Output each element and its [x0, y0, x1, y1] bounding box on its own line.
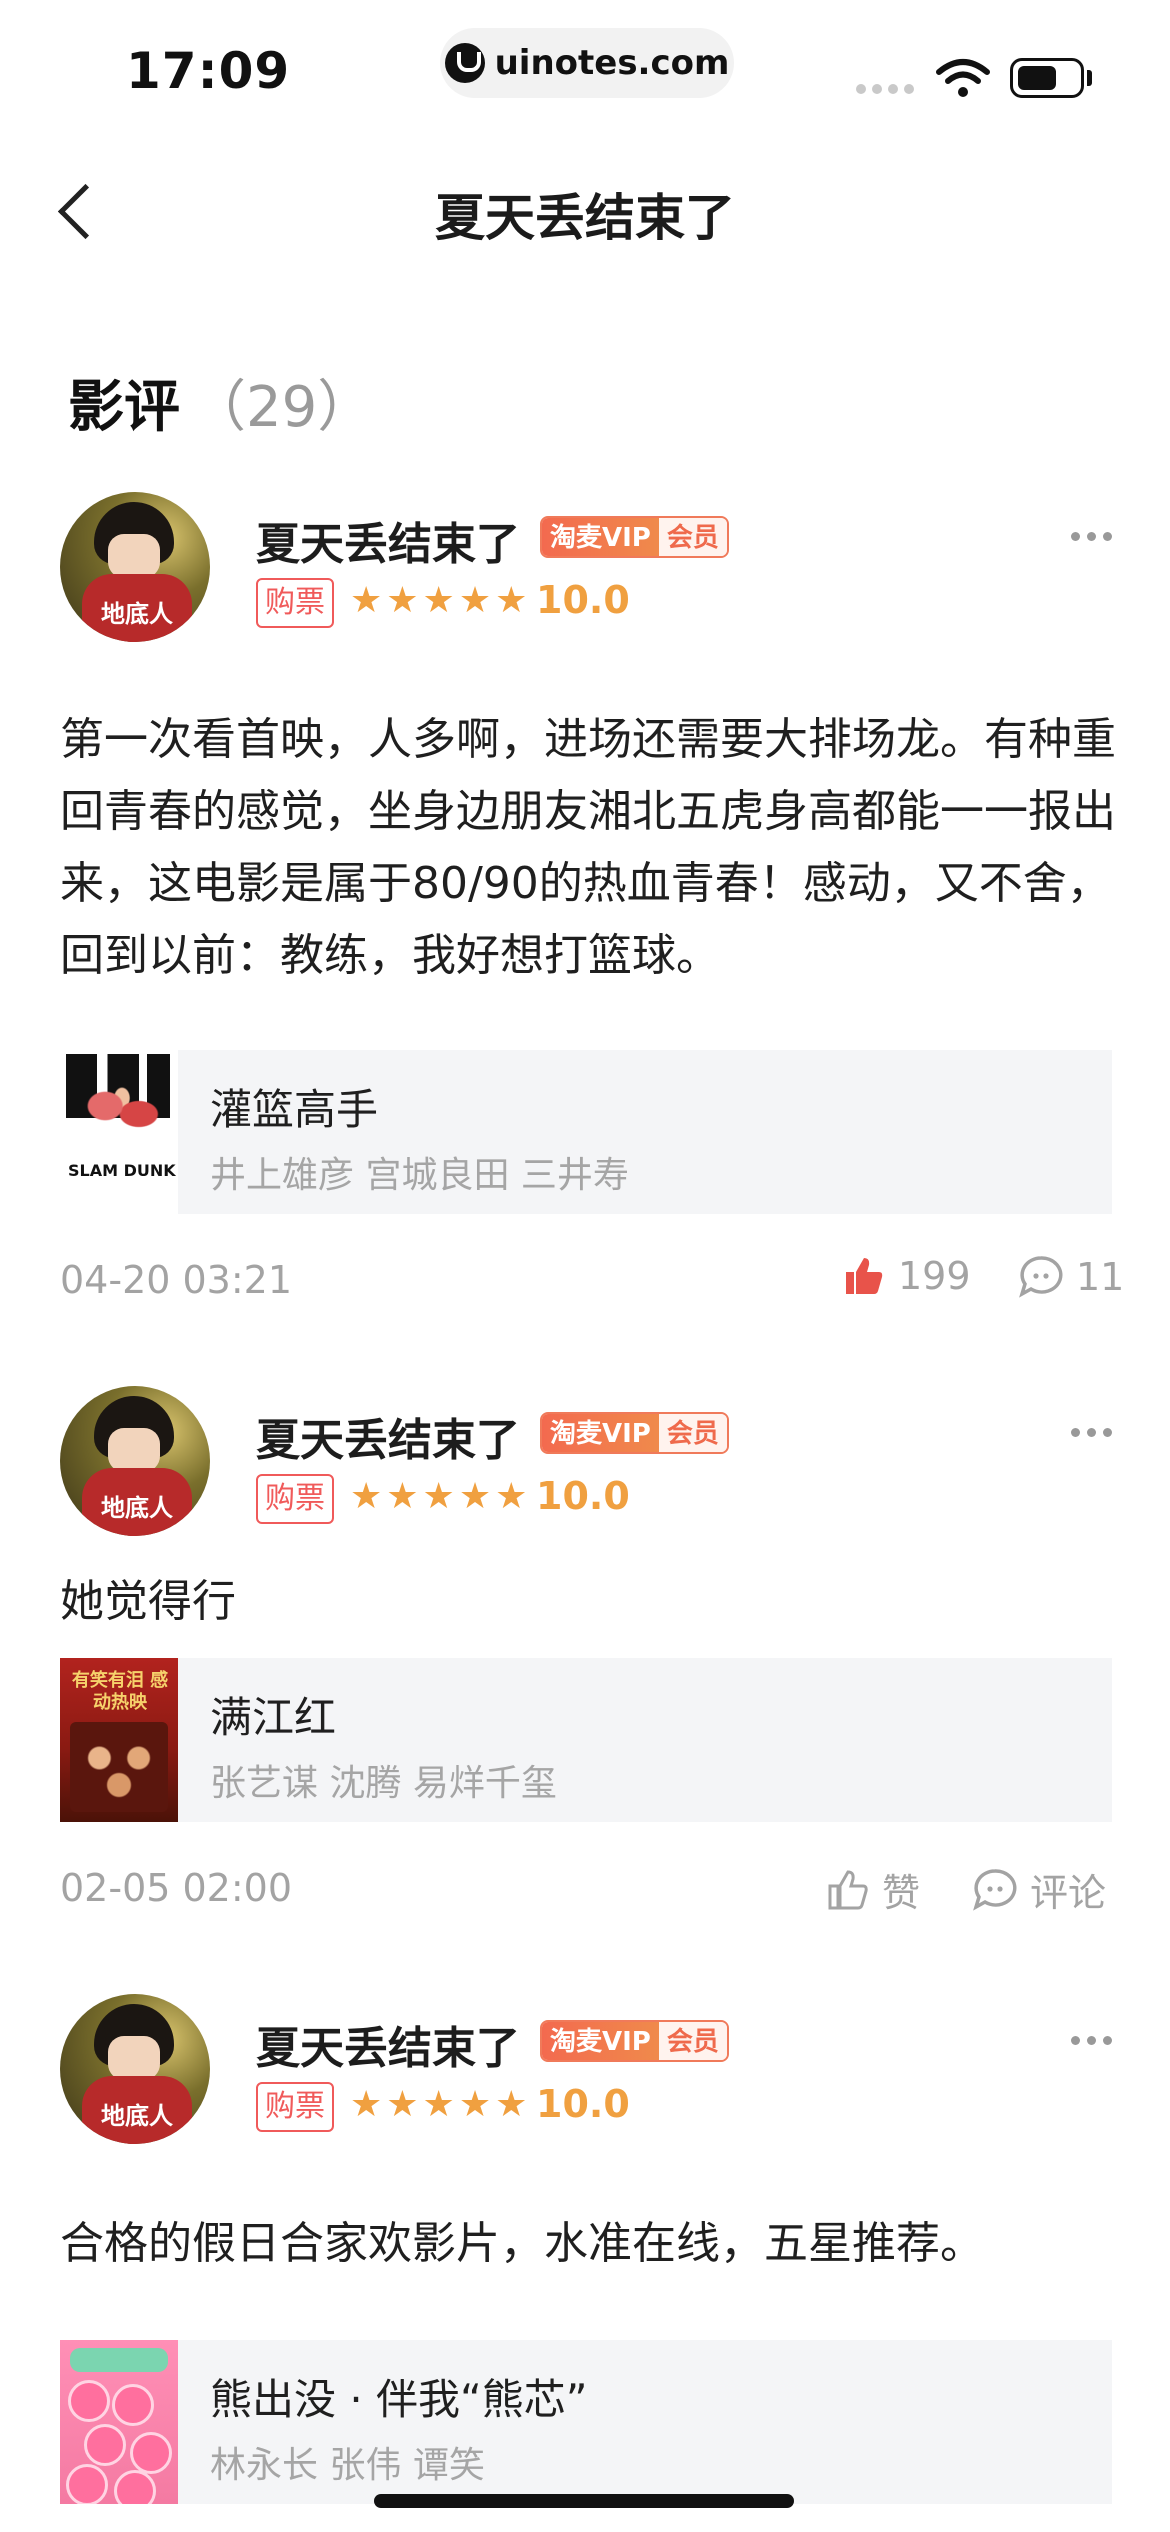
review-text[interactable]: 第一次看首映，人多啊，进场还需要大排场龙。有种重回青春的感觉，坐身边朋友湘北五虎… [60, 704, 1120, 992]
like-button[interactable]: 199 [842, 1254, 971, 1298]
review-text[interactable]: 她觉得行 [60, 1566, 1120, 1638]
ticket-tag: 购票 [256, 2082, 334, 2132]
ticket-tag: 购票 [256, 578, 334, 628]
username[interactable]: 夏天丢结束了 [256, 2012, 520, 2076]
nav-bar: 夏天丢结束了 [0, 150, 1170, 270]
more-dots-icon[interactable] [1064, 2020, 1118, 2060]
rating-stars: ★★★★★ [350, 580, 532, 621]
battery-icon [1010, 58, 1084, 98]
avatar[interactable]: 地底人 [60, 1994, 210, 2144]
movie-poster: SLAM DUNK [60, 1050, 178, 1214]
review-count: （29） [190, 375, 374, 440]
review-text[interactable]: 合格的假日合家欢影片，水准在线，五星推荐。 [60, 2208, 1120, 2280]
rating-stars: ★★★★★ [350, 2084, 532, 2125]
url-text: uinotes.com [494, 43, 730, 83]
comment-bubble-icon [973, 1868, 1017, 1911]
comment-button[interactable]: 11 [1018, 1254, 1124, 1300]
comment-label: 评论 [1030, 1871, 1107, 1915]
rating-score: 10.0 [536, 578, 630, 622]
more-dots-icon[interactable] [1064, 516, 1118, 556]
movie-card[interactable]: 有笑有泪 感动热映 满江红 张艺谋 沈腾 易烊千玺 [60, 1658, 1112, 1822]
ticket-tag: 购票 [256, 1474, 334, 1524]
wifi-icon [936, 59, 990, 97]
rating-stars: ★★★★★ [350, 1476, 532, 1517]
poster-text: 有笑有泪 感动热映 [71, 1670, 169, 1713]
movie-title: 灌篮高手 [210, 1085, 379, 1134]
username[interactable]: 夏天丢结束了 [256, 1404, 520, 1468]
comment-count: 11 [1076, 1255, 1125, 1299]
avatar[interactable]: 地底人 [60, 1386, 210, 1536]
movie-title: 熊出没 · 伴我“熊芯” [210, 2375, 588, 2424]
vip-label: 淘麦VIP [542, 518, 659, 556]
section-title-text: 影评 [68, 375, 180, 440]
movie-poster: 有笑有泪 感动热映 [60, 1658, 178, 1822]
status-bar: 17:09 uinotes.com [0, 0, 1170, 140]
avatar[interactable]: 地底人 [60, 492, 210, 642]
thumbs-up-icon [846, 1258, 883, 1294]
username[interactable]: 夏天丢结束了 [256, 508, 520, 572]
page-title: 夏天丢结束了 [435, 189, 735, 247]
member-label: 会员 [658, 1414, 727, 1452]
status-time: 17:09 [126, 42, 291, 100]
signal-icon [856, 84, 914, 94]
avatar-shirt-text: 地底人 [82, 574, 192, 642]
vip-label: 淘麦VIP [542, 2022, 659, 2060]
movie-cast: 林永长 张伟 谭笑 [210, 2445, 485, 2486]
review-date: 02-05 02:00 [60, 1866, 293, 1910]
vip-badge: 淘麦VIP 会员 [540, 1412, 729, 1454]
avatar-shirt-text: 地底人 [82, 1468, 192, 1536]
movie-card[interactable]: 熊出没 · 伴我“熊芯” 林永长 张伟 谭笑 [60, 2340, 1112, 2504]
vip-label: 淘麦VIP [542, 1414, 659, 1452]
comment-bubble-icon [1019, 1256, 1063, 1298]
like-button[interactable]: 赞 [826, 1862, 920, 1917]
vip-badge: 淘麦VIP 会员 [540, 516, 729, 558]
vip-badge: 淘麦VIP 会员 [540, 2020, 729, 2062]
rating-score: 10.0 [536, 1474, 630, 1518]
section-title: 影评 （29） [68, 362, 373, 443]
member-label: 会员 [658, 2022, 727, 2060]
rating-score: 10.0 [536, 2082, 630, 2126]
movie-card[interactable]: SLAM DUNK 灌篮高手 井上雄彦 宫城良田 三井寿 [60, 1050, 1112, 1214]
poster-text: SLAM DUNK [68, 1161, 176, 1180]
home-indicator [374, 2494, 794, 2508]
like-count: 199 [898, 1254, 971, 1298]
movie-title: 满江红 [210, 1693, 337, 1742]
avatar-shirt-text: 地底人 [82, 2076, 192, 2144]
movie-cast: 张艺谋 沈腾 易烊千玺 [210, 1763, 557, 1804]
comment-button[interactable]: 评论 [972, 1862, 1106, 1917]
url-pill[interactable]: uinotes.com [440, 28, 734, 98]
battery-tip [1087, 70, 1092, 86]
more-dots-icon[interactable] [1064, 1412, 1118, 1452]
member-label: 会员 [658, 518, 727, 556]
review-date: 04-20 03:21 [60, 1258, 293, 1302]
uinotes-logo-icon [444, 43, 485, 83]
movie-poster [60, 2340, 178, 2504]
movie-cast: 井上雄彦 宫城良田 三井寿 [210, 1155, 629, 1196]
thumbs-up-icon [828, 1869, 868, 1909]
like-label: 赞 [882, 1871, 921, 1915]
